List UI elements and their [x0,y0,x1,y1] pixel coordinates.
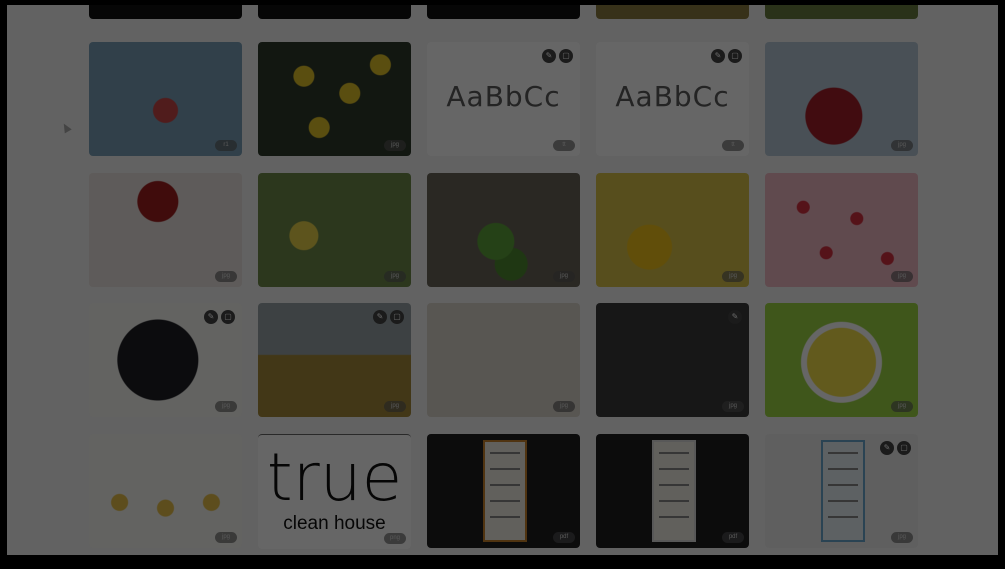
gallery-tile[interactable]: jpg [596,173,749,287]
file-type-badge: png [384,533,406,544]
file-type-badge: jpg [384,401,406,412]
mouse-cursor [60,121,72,134]
font-sample-text: AaBbCc [615,80,730,113]
font-sample-tile[interactable]: ✎ ▢ AaBbCc tt [596,42,749,156]
gallery-tile[interactable]: ✎ ▢ jpg [258,303,411,417]
gallery-tile-partial[interactable] [765,5,918,19]
file-type-badge: pdf [553,532,575,543]
gallery-tile[interactable]: r1 [89,42,242,156]
font-sample-tile[interactable]: ✎ ▢ AaBbCc tt [427,42,580,156]
file-type-badge: jpg [553,401,575,412]
logo-tile[interactable]: true clean house png [258,434,411,549]
file-type-badge: jpg [891,271,913,282]
gallery-tile[interactable]: jpg [89,173,242,287]
document-preview [652,440,696,542]
logo-tagline: clean house [283,513,386,534]
document-preview [483,440,527,542]
file-type-badge: jpg [384,140,406,151]
gallery-tile[interactable]: jpg [89,434,242,548]
gallery-tile-partial[interactable] [258,5,411,19]
tag-icon[interactable]: ✎ [711,49,725,63]
file-type-badge: jpg [722,401,744,412]
file-type-badge: jpg [891,140,913,151]
tag-icon[interactable]: ✎ [542,49,556,63]
gallery-tile[interactable]: jpg [427,173,580,287]
file-type-badge: jpg [215,532,237,543]
file-type-badge: jpg [553,271,575,282]
tag-icon[interactable]: ✎ [728,310,742,324]
file-type-badge: jpg [891,532,913,543]
gallery-tile[interactable]: jpg [765,42,918,156]
tag-icon[interactable]: ✎ [204,310,218,324]
copy-icon[interactable]: ▢ [728,49,742,63]
font-sample-text: AaBbCc [446,80,561,113]
file-type-badge: jpg [384,271,406,282]
copy-icon[interactable]: ▢ [221,310,235,324]
document-tile[interactable]: pdf [427,434,580,548]
gallery-tile[interactable]: jpg [765,173,918,287]
tag-icon[interactable]: ✎ [373,310,387,324]
logo-wordmark: true [266,439,403,516]
image-gallery: r1 jpg ✎ ▢ AaBbCc tt ✎ ▢ AaBbCc tt jpg jpg… [7,5,998,555]
copy-icon[interactable]: ▢ [897,441,911,455]
file-type-badge: jpg [891,401,913,412]
file-type-badge: jpg [722,271,744,282]
gallery-tile[interactable]: ✎ ▢ jpg [89,303,242,417]
copy-icon[interactable]: ▢ [559,49,573,63]
gallery-tile[interactable]: jpg [258,42,411,156]
file-type-badge: tt [553,140,575,151]
document-tile[interactable]: pdf [596,434,749,548]
file-type-badge: r1 [215,140,237,151]
gallery-tile[interactable]: ✎ jpg [596,303,749,417]
gallery-tile-partial[interactable] [596,5,749,19]
gallery-tile-partial[interactable] [427,5,580,19]
file-type-badge: jpg [215,271,237,282]
gallery-tile-partial[interactable] [89,5,242,19]
file-type-badge: tt [722,140,744,151]
document-preview [821,440,865,542]
copy-icon[interactable]: ▢ [390,310,404,324]
gallery-tile[interactable]: jpg [427,303,580,417]
gallery-tile[interactable]: jpg [258,173,411,287]
file-type-badge: jpg [215,401,237,412]
tag-icon[interactable]: ✎ [880,441,894,455]
file-type-badge: pdf [722,532,744,543]
document-tile[interactable]: ✎ ▢ jpg [765,434,918,548]
gallery-tile[interactable]: jpg [765,303,918,417]
